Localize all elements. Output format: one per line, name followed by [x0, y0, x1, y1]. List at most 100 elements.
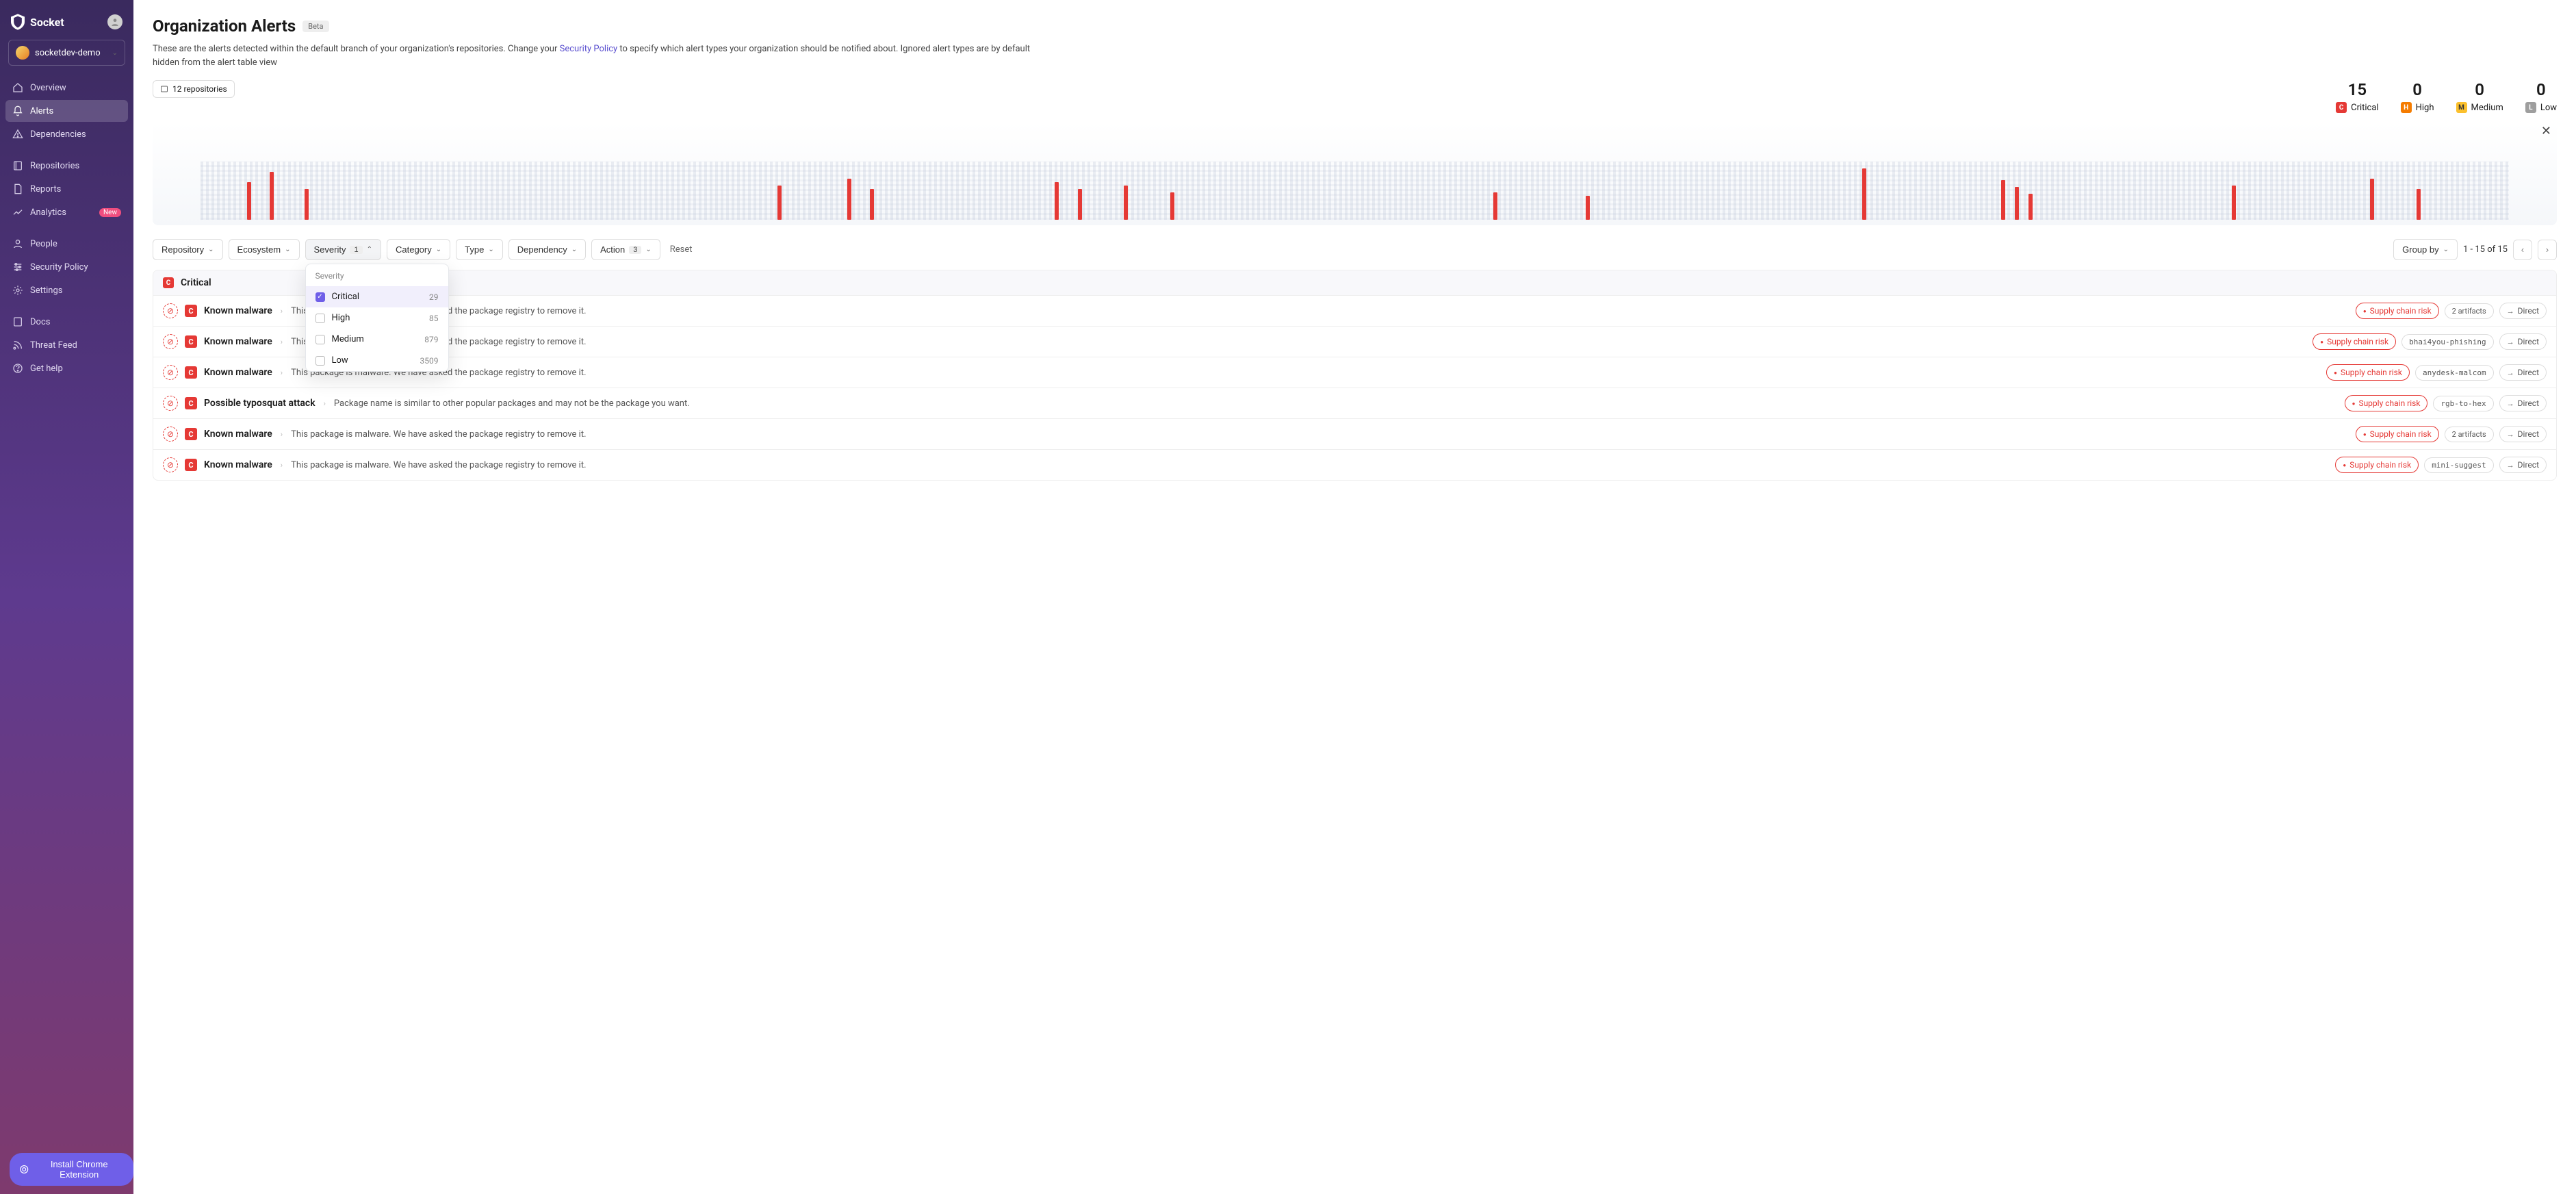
viz-bar [2232, 186, 2236, 220]
alert-row[interactable]: ⊘ C Known malware › This package is malw… [153, 357, 2556, 388]
filter-dependency[interactable]: Dependency⌄ [508, 239, 586, 260]
high-num: 0 [2412, 80, 2422, 99]
filter-repository[interactable]: Repository⌄ [153, 239, 223, 260]
filter-bar: Repository⌄ Ecosystem⌄ Severity 1 ⌃ Seve… [153, 239, 2557, 260]
checkbox-icon [315, 314, 325, 323]
artifact-chip[interactable]: bhai4you-phishing [2401, 334, 2494, 350]
security-policy-link[interactable]: Security Policy [560, 44, 618, 54]
dropdown-item-critical[interactable]: Critical29 [306, 286, 448, 307]
group-by-label: Group by [2402, 244, 2438, 255]
alert-row[interactable]: ⊘ C Known malware › This package is malw… [153, 326, 2556, 357]
chevron-right-icon: › [324, 399, 326, 408]
alert-title: Known malware [204, 305, 272, 316]
critical-num: 15 [2348, 80, 2367, 99]
chrome-icon [19, 1164, 29, 1175]
dropdown-item-medium[interactable]: Medium879 [306, 329, 448, 350]
sidebar-item-reports[interactable]: Reports [5, 178, 128, 200]
sidebar-item-security-policy[interactable]: Security Policy [5, 256, 128, 278]
page-title: Organization Alerts [153, 16, 296, 36]
severity-badge: C [185, 428, 197, 440]
nav-label: Reports [30, 184, 61, 194]
severity-dropdown: Severity Critical29High85Medium879Low350… [305, 264, 449, 372]
artifact-chip[interactable]: anydesk-malcom [2415, 365, 2494, 381]
nav-label: Threat Feed [30, 340, 77, 351]
group-by-button[interactable]: Group by⌄ [2393, 239, 2458, 260]
close-viz-button[interactable]: ✕ [2541, 124, 2551, 138]
sidebar-item-threat-feed[interactable]: Threat Feed [5, 334, 128, 356]
high-label: High [2416, 103, 2434, 113]
user-avatar[interactable] [107, 14, 123, 29]
sidebar-item-repositories[interactable]: Repositories [5, 155, 128, 177]
filter-ecosystem-label: Ecosystem [237, 244, 281, 255]
viz-bar [870, 189, 874, 220]
artifact-chip[interactable]: rgb-to-hex [2433, 396, 2493, 411]
prev-page-button[interactable]: ‹ [2513, 240, 2532, 260]
group-label: Critical [181, 277, 211, 288]
viz-bar [2028, 194, 2033, 220]
malware-icon: ⊘ [163, 303, 178, 318]
next-page-button[interactable]: › [2538, 240, 2557, 260]
viz-bar [1170, 192, 1174, 220]
low-label: Low [2540, 103, 2557, 113]
sidebar-item-analytics[interactable]: AnalyticsNew [5, 201, 128, 223]
critical-icon: C [163, 277, 174, 288]
high-icon: H [2401, 102, 2412, 113]
filter-type[interactable]: Type⌄ [456, 239, 503, 260]
viz-strip [201, 162, 2508, 220]
repositories-chip[interactable]: 12 repositories [153, 80, 235, 98]
dropdown-item-low[interactable]: Low3509 [306, 350, 448, 371]
viz-bar [270, 172, 274, 220]
home-icon [12, 82, 23, 93]
nav-label: Overview [30, 83, 66, 93]
alert-title: Known malware [204, 336, 272, 347]
sidebar-item-people[interactable]: People [5, 233, 128, 255]
chevron-down-icon: ⌄ [436, 246, 441, 253]
severity-badge: C [185, 459, 197, 471]
risk-tag: Supply chain risk [2313, 333, 2396, 350]
org-selector[interactable]: socketdev-demo ⌄ [8, 40, 125, 66]
file-icon [12, 183, 23, 194]
alert-row[interactable]: ⊘ C Possible typosquat attack › Package … [153, 388, 2556, 418]
repo-icon [160, 85, 168, 93]
dropdown-item-high[interactable]: High85 [306, 307, 448, 329]
chevron-right-icon: › [281, 307, 283, 316]
checkbox-icon [315, 292, 325, 302]
chevron-down-icon: ⌄ [645, 246, 651, 253]
alert-description: This package is malware. We have asked t… [291, 429, 2349, 440]
sidebar-item-dependencies[interactable]: Dependencies [5, 123, 128, 145]
dropdown-item-count: 29 [429, 292, 439, 302]
alert-description: This package is malware. We have asked t… [291, 368, 2319, 378]
alerts-table: C Critical ⊘ C Known malware › This pack… [153, 270, 2557, 481]
install-chrome-extension-button[interactable]: Install Chrome Extension [10, 1153, 133, 1186]
artifact-chip[interactable]: mini-suggest [2424, 457, 2493, 473]
bell-icon [12, 105, 23, 116]
filter-severity[interactable]: Severity 1 ⌃ [305, 239, 381, 260]
alert-row[interactable]: ⊘ C Known malware › This package is malw… [153, 449, 2556, 480]
direct-tag: Direct [2499, 303, 2547, 319]
main-content: Organization Alerts Beta These are the a… [133, 0, 2576, 1194]
logo[interactable]: Socket [11, 14, 64, 30]
sidebar-item-docs[interactable]: Docs [5, 311, 128, 333]
viz-bar [305, 189, 309, 220]
sidebar-item-settings[interactable]: Settings [5, 279, 128, 301]
alert-title: Possible typosquat attack [204, 398, 315, 409]
severity-badge: C [185, 335, 197, 348]
filter-action[interactable]: Action3⌄ [591, 239, 660, 260]
artifact-chip[interactable]: 2 artifacts [2445, 303, 2494, 319]
sidebar-item-overview[interactable]: Overview [5, 77, 128, 99]
sidebar: Socket socketdev-demo ⌄ Overview AlertsDe… [0, 0, 133, 1194]
artifact-chip[interactable]: 2 artifacts [2445, 427, 2494, 442]
alert-row[interactable]: ⊘ C Known malware › This package is malw… [153, 418, 2556, 449]
checkbox-icon [315, 335, 325, 344]
chevron-down-icon: ⌄ [285, 246, 290, 253]
alert-description: This package is malware. We have asked t… [291, 460, 2328, 470]
chevron-up-icon: ⌃ [367, 246, 372, 253]
reset-filters[interactable]: Reset [670, 244, 693, 255]
filter-ecosystem[interactable]: Ecosystem ⌄ [229, 239, 300, 260]
sidebar-item-alerts[interactable]: Alerts [5, 100, 128, 122]
filter-category[interactable]: Category⌄ [387, 239, 450, 260]
sidebar-item-get-help[interactable]: Get help [5, 357, 128, 379]
alert-row[interactable]: ⊘ C Known malware › This package is malw… [153, 295, 2556, 326]
viz-bar [1586, 196, 1590, 220]
alert-title: Known malware [204, 429, 272, 440]
